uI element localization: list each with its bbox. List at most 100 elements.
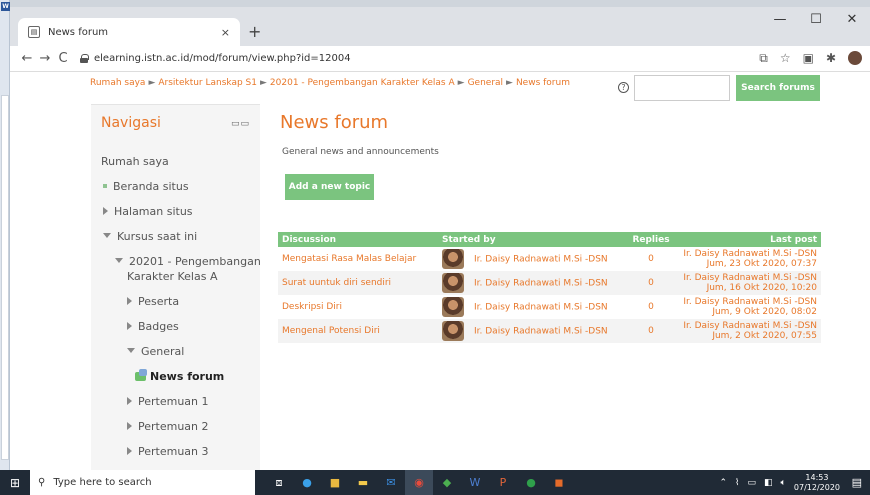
translate-icon[interactable]: ⧉: [759, 51, 768, 66]
replies-count[interactable]: 0: [626, 295, 676, 319]
header-discussion[interactable]: Discussion: [278, 232, 438, 247]
author-link[interactable]: Ir. Daisy Radnawati M.Si -DSN: [474, 327, 608, 337]
nav-item-course-line2[interactable]: Karakter Kelas A: [127, 270, 217, 283]
nav-item-course[interactable]: 20201 - Pengembangan: [115, 255, 261, 268]
nav-item-pertemuan-3[interactable]: Pertemuan 3: [127, 445, 209, 458]
puzzle-extensions-icon[interactable]: ✱: [826, 51, 836, 66]
powerpoint-icon[interactable]: P: [489, 470, 517, 495]
browser-tab[interactable]: ▤ News forum ×: [18, 18, 240, 46]
last-post-date[interactable]: Jum, 2 Okt 2020, 07:55: [680, 331, 817, 341]
nav-item-beranda[interactable]: Beranda situs: [103, 180, 189, 193]
avatar[interactable]: [442, 297, 464, 317]
last-post-user[interactable]: Ir. Daisy Radnawati M.Si -DSN: [680, 273, 817, 283]
started-by-cell: Ir. Daisy Radnawati M.Si -DSN: [438, 271, 626, 295]
edge-icon[interactable]: ●: [293, 470, 321, 495]
chevron-up-icon[interactable]: ⌃: [720, 478, 728, 488]
windows-taskbar: ⊞ ⚲ Type here to search ⧈ ● ■ ▬ ✉ ◉ ◆ W …: [0, 470, 870, 495]
breadcrumb-item-category[interactable]: Arsitektur Lanskap S1: [158, 78, 257, 88]
header-replies[interactable]: Replies: [626, 232, 676, 247]
nav-item-pertemuan-1[interactable]: Pertemuan 1: [127, 395, 209, 408]
last-post-date[interactable]: Jum, 23 Okt 2020, 07:37: [680, 259, 817, 269]
discussion-link[interactable]: Deskripsi Diri: [278, 295, 438, 319]
breadcrumb-item-course[interactable]: 20201 - Pengembangan Karakter Kelas A: [270, 78, 455, 88]
header-last-post[interactable]: Last post: [676, 232, 821, 247]
replies-count[interactable]: 0: [626, 247, 676, 271]
browser-chrome: ▤ News forum × + — ☐ ✕ ← → C elearning.i…: [10, 0, 870, 72]
window-controls: — ☐ ✕: [762, 12, 870, 27]
nav-item-rumah-saya[interactable]: Rumah saya: [101, 155, 169, 168]
file-explorer-icon[interactable]: ▬: [349, 470, 377, 495]
avatar[interactable]: [442, 249, 464, 269]
last-post-date[interactable]: Jum, 16 Okt 2020, 10:20: [680, 283, 817, 293]
replies-count[interactable]: 0: [626, 271, 676, 295]
mail-icon[interactable]: ✉: [377, 470, 405, 495]
nav-label: General: [141, 345, 185, 358]
bookmark-star-icon[interactable]: ☆: [780, 51, 791, 66]
nav-item-badges[interactable]: Badges: [127, 320, 179, 333]
forward-button[interactable]: →: [36, 51, 54, 66]
avatar[interactable]: [442, 273, 464, 293]
notification-icon[interactable]: ▤: [852, 476, 862, 489]
author-link[interactable]: Ir. Daisy Radnawati M.Si -DSN: [474, 255, 608, 265]
extension-icon[interactable]: ▣: [803, 51, 814, 66]
search-forums-input[interactable]: [634, 75, 730, 101]
breadcrumb-item-home[interactable]: Rumah saya: [90, 78, 145, 88]
chrome-icon[interactable]: ◉: [405, 470, 433, 495]
discussion-link[interactable]: Surat uuntuk diri sendiri: [278, 271, 438, 295]
task-view-icon[interactable]: ⧈: [265, 470, 293, 495]
green-app-icon[interactable]: ◆: [433, 470, 461, 495]
table-row: Mengatasi Rasa Malas Belajar Ir. Daisy R…: [278, 247, 821, 271]
reload-button[interactable]: C: [54, 51, 72, 66]
nav-item-general[interactable]: General: [127, 345, 184, 358]
meet-icon[interactable]: ◧: [764, 478, 773, 488]
last-post-user[interactable]: Ir. Daisy Radnawati M.Si -DSN: [680, 297, 817, 307]
orange-app-icon[interactable]: ◼: [545, 470, 573, 495]
author-link[interactable]: Ir. Daisy Radnawati M.Si -DSN: [474, 303, 608, 313]
maximize-button[interactable]: ☐: [798, 12, 834, 27]
word-icon[interactable]: W: [1, 2, 10, 11]
word-app-icon[interactable]: W: [461, 470, 489, 495]
add-new-topic-button[interactable]: Add a new topic: [285, 174, 374, 200]
back-button[interactable]: ←: [18, 51, 36, 66]
nav-label: Karakter Kelas A: [127, 270, 218, 283]
profile-avatar[interactable]: [848, 51, 862, 65]
volume-icon[interactable]: 🔈︎: [780, 478, 785, 488]
nav-item-news-forum[interactable]: News forum: [135, 369, 224, 383]
discussion-link[interactable]: Mengatasi Rasa Malas Belajar: [278, 247, 438, 271]
author-link[interactable]: Ir. Daisy Radnawati M.Si -DSN: [474, 279, 608, 289]
clock[interactable]: 14:53 07/12/2020: [794, 473, 840, 493]
close-window-button[interactable]: ✕: [834, 12, 870, 27]
battery-icon[interactable]: ▭: [747, 478, 756, 488]
header-started-by[interactable]: Started by: [438, 232, 626, 247]
breadcrumb: Rumah saya ► Arsitektur Lanskap S1 ► 20201 -…: [90, 78, 570, 88]
store-icon[interactable]: ■: [321, 470, 349, 495]
search-icon: ⚲: [38, 477, 46, 488]
replies-count[interactable]: 0: [626, 319, 676, 343]
nav-item-peserta[interactable]: Peserta: [127, 295, 179, 308]
minimize-button[interactable]: —: [762, 12, 798, 27]
taskbar-search-box[interactable]: ⚲ Type here to search: [30, 470, 255, 495]
last-post-user[interactable]: Ir. Daisy Radnawati M.Si -DSN: [680, 249, 817, 259]
avatar[interactable]: [442, 321, 464, 341]
chevron-right-icon: [127, 447, 132, 455]
last-post-user[interactable]: Ir. Daisy Radnawati M.Si -DSN: [680, 321, 817, 331]
tab-close-icon[interactable]: ×: [221, 26, 230, 39]
block-collapse-icon[interactable]: ▭▭: [231, 119, 250, 129]
nav-item-kursus[interactable]: Kursus saat ini: [103, 230, 197, 243]
lock-icon[interactable]: [80, 54, 89, 63]
tab-bar: ▤ News forum × + — ☐ ✕: [10, 0, 870, 46]
nav-item-pertemuan-2[interactable]: Pertemuan 2: [127, 420, 209, 433]
hangouts-icon[interactable]: ●: [517, 470, 545, 495]
nav-label: Pertemuan 3: [138, 445, 209, 458]
help-icon[interactable]: ?: [618, 82, 629, 93]
url-field[interactable]: elearning.istn.ac.id/mod/forum/view.php?…: [80, 53, 351, 64]
discussion-link[interactable]: Mengenal Potensi Diri: [278, 319, 438, 343]
breadcrumb-item-forum[interactable]: News forum: [516, 78, 570, 88]
new-tab-button[interactable]: +: [248, 22, 261, 41]
nav-item-halaman[interactable]: Halaman situs: [103, 205, 193, 218]
network-icon[interactable]: ⌇: [735, 478, 739, 488]
breadcrumb-item-section[interactable]: General: [468, 78, 503, 88]
last-post-date[interactable]: Jum, 9 Okt 2020, 08:02: [680, 307, 817, 317]
windows-start-icon[interactable]: ⊞: [0, 476, 30, 490]
search-forums-button[interactable]: Search forums: [736, 75, 820, 101]
